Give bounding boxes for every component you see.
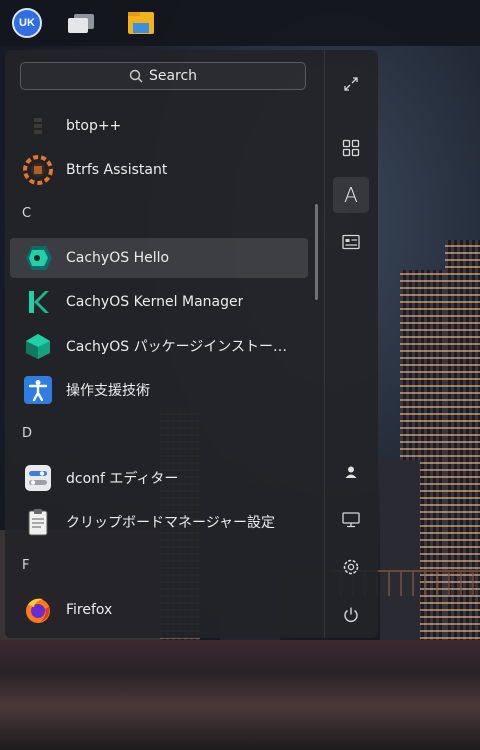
menu-sidebar: A (324, 50, 378, 638)
start-menu: Search btop++ Btrfs Assistant C CachyOS … (5, 50, 378, 638)
fullscreen-icon[interactable] (333, 66, 369, 102)
section-header-f: F (22, 558, 30, 573)
app-item-cachyos-package-installer[interactable]: CachyOS パッケージインストー… (10, 326, 308, 366)
cachyos-hello-icon (21, 241, 55, 275)
section-header-d: D (22, 426, 33, 441)
wallpaper-building (380, 460, 420, 660)
search-placeholder: Search (148, 68, 198, 84)
clipboard-manager-icon (21, 505, 55, 539)
app-label: dconf エディター (66, 471, 179, 487)
app-label: btop++ (66, 118, 122, 134)
file-manager-icon[interactable] (126, 8, 156, 38)
settings-icon[interactable] (333, 549, 369, 585)
app-item-btrfs-assistant[interactable]: Btrfs Assistant (10, 150, 308, 190)
ukui-logo-icon[interactable]: UK (12, 8, 42, 38)
btrfs-assistant-icon (21, 153, 55, 187)
dconf-editor-icon (21, 461, 55, 495)
app-label: Btrfs Assistant (66, 162, 168, 178)
app-list: btop++ Btrfs Assistant C CachyOS Hello C… (5, 104, 325, 638)
cachyos-package-installer-icon (21, 329, 55, 363)
user-icon[interactable] (333, 454, 369, 490)
start-menu-button-label: UK (12, 8, 42, 38)
btop-icon (21, 109, 55, 143)
cachyos-kernel-manager-icon (21, 285, 55, 319)
app-item-btop[interactable]: btop++ (10, 106, 308, 146)
app-item-dconf-editor[interactable]: dconf エディター (10, 458, 308, 498)
app-label: CachyOS Hello (66, 250, 170, 266)
app-item-cachyos-kernel-manager[interactable]: CachyOS Kernel Manager (10, 282, 308, 322)
power-icon[interactable] (333, 597, 369, 633)
app-item-clipboard-manager[interactable]: クリップボードマネージャー設定 (10, 502, 308, 542)
app-label: 操作支援技術 (66, 383, 150, 399)
windows-overview-icon[interactable] (66, 8, 96, 38)
computer-icon[interactable] (333, 502, 369, 538)
app-label: CachyOS パッケージインストー… (66, 339, 288, 355)
letter-sort-glyph: A (344, 183, 358, 207)
category-icon[interactable] (333, 224, 369, 260)
section-header-c: C (22, 206, 32, 221)
firefox-icon (21, 593, 55, 627)
top-panel: UK (0, 0, 480, 46)
accessibility-icon (21, 373, 55, 407)
wallpaper-building (445, 240, 480, 660)
app-item-accessibility[interactable]: 操作支援技術 (10, 370, 308, 410)
search-icon (129, 69, 143, 83)
app-label: クリップボードマネージャー設定 (66, 515, 276, 531)
letter-sort-icon[interactable]: A (333, 177, 369, 213)
wallpaper-water (0, 640, 480, 750)
search-input[interactable]: Search (20, 62, 306, 90)
all-apps-icon[interactable] (333, 130, 369, 166)
app-item-cachyos-hello[interactable]: CachyOS Hello (10, 238, 308, 278)
app-label: Firefox (66, 602, 113, 618)
scrollbar[interactable] (315, 204, 318, 300)
app-label: CachyOS Kernel Manager (66, 294, 244, 310)
app-item-firefox[interactable]: Firefox (10, 590, 308, 630)
